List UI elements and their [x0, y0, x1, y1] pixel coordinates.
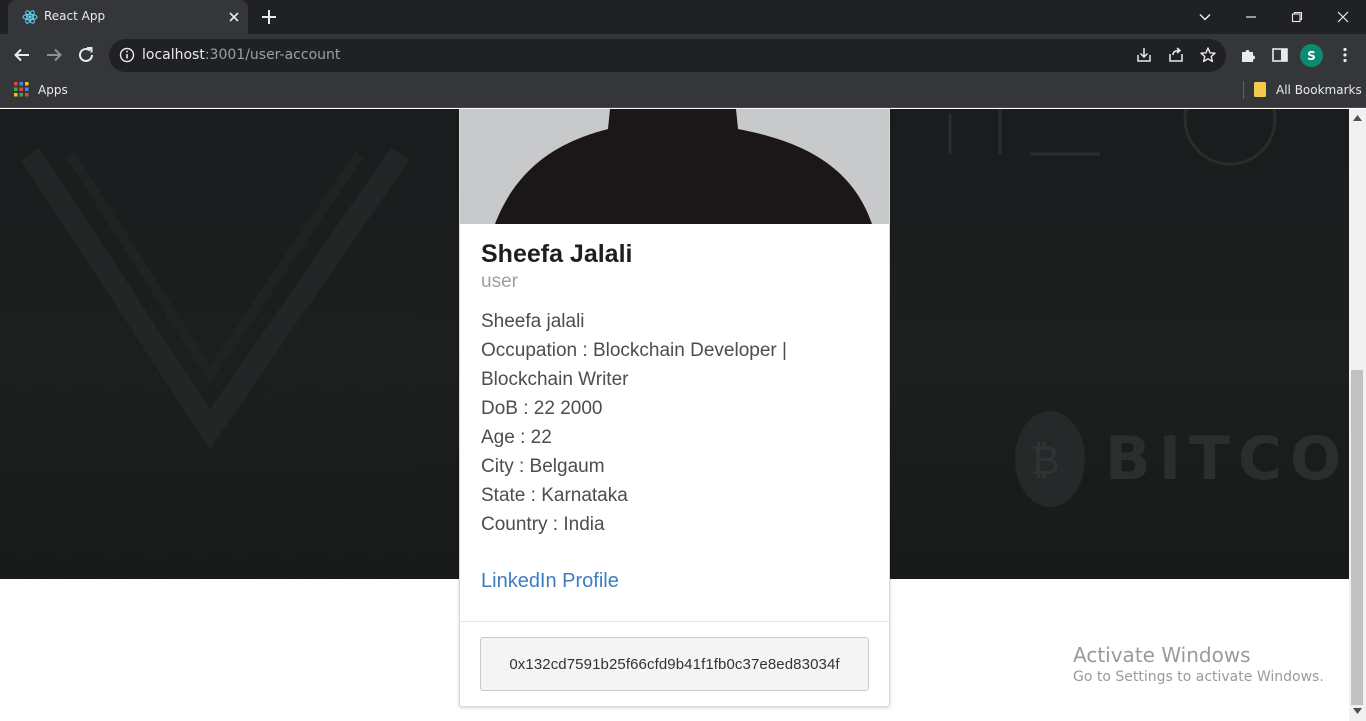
chevron-down-icon	[1199, 13, 1211, 21]
avatar-silhouette-icon	[495, 109, 872, 224]
back-arrow-icon	[14, 48, 29, 62]
bookmarks-bar	[0, 76, 1366, 108]
scrollbar-thumb[interactable]	[1351, 370, 1363, 705]
detail-city: City : Belgaum	[481, 456, 605, 477]
activate-windows-subtitle: Go to Settings to activate Windows.	[1073, 669, 1324, 685]
activate-windows-watermark: Activate Windows Go to Settings to activ…	[1073, 643, 1324, 687]
restore-button[interactable]	[1274, 0, 1320, 34]
detail-age: Age : 22	[481, 427, 552, 448]
profile-photo	[460, 109, 889, 224]
bitcoin-symbol: ₿	[1030, 438, 1060, 484]
side-panel-icon[interactable]	[1271, 46, 1289, 64]
detail-occupation: Occupation : Blockchain Developer | Bloc…	[481, 340, 787, 390]
url-text[interactable]: localhost:3001/user-account	[142, 47, 340, 63]
apps-grid-icon[interactable]	[14, 82, 29, 97]
back-button[interactable]	[10, 43, 34, 67]
detail-state: State : Karnataka	[481, 485, 628, 506]
close-icon	[1337, 11, 1349, 23]
scroll-down-arrow-icon[interactable]	[1353, 708, 1362, 715]
close-window-button[interactable]	[1320, 0, 1366, 34]
reload-button[interactable]	[74, 43, 98, 67]
hero-watermark-text: BITCOIN	[1105, 424, 1349, 494]
detail-full-name: Sheefa jalali	[481, 311, 585, 332]
install-app-icon[interactable]	[1135, 46, 1153, 64]
url-path: :3001/user-account	[204, 47, 341, 63]
profile-details: Sheefa jalali Occupation : Blockchain De…	[481, 307, 871, 539]
scroll-up-arrow-icon[interactable]	[1353, 114, 1362, 121]
react-logo-icon	[22, 10, 38, 24]
linkedin-profile-link[interactable]: LinkedIn Profile	[481, 568, 871, 594]
detail-country: Country : India	[481, 514, 605, 535]
detail-dob: DoB : 22 2000	[481, 398, 603, 419]
tab-search-button[interactable]	[1182, 0, 1228, 34]
tab-title: React App	[44, 9, 106, 23]
bookmarks-divider	[1243, 81, 1244, 99]
profile-card: Sheefa Jalali user Sheefa jalali Occupat…	[459, 109, 890, 707]
forward-arrow-icon	[47, 48, 62, 62]
share-icon[interactable]	[1167, 46, 1185, 64]
reload-icon	[79, 47, 93, 62]
forward-button[interactable]	[42, 43, 66, 67]
folder-icon	[1254, 82, 1266, 97]
browser-tab-active[interactable]: React App	[8, 0, 248, 34]
minimize-icon	[1246, 16, 1256, 18]
close-tab-icon[interactable]	[226, 9, 242, 25]
restore-icon	[1291, 11, 1303, 23]
profile-role: user	[481, 271, 518, 292]
profile-name: Sheefa Jalali	[481, 240, 633, 268]
all-bookmarks-button[interactable]: All Bookmarks	[1276, 83, 1362, 97]
new-tab-icon[interactable]	[260, 8, 278, 26]
profile-info: Sheefa Jalali user Sheefa jalali Occupat…	[481, 239, 871, 594]
url-host: localhost	[142, 47, 205, 63]
card-footer: 0x132cd7591b25f66cfd9b41f1fb0c37e8ed8303…	[460, 621, 889, 706]
minimize-button[interactable]	[1228, 0, 1274, 34]
extensions-puzzle-icon[interactable]	[1239, 46, 1257, 64]
bookmark-star-icon[interactable]	[1199, 46, 1217, 64]
profile-avatar[interactable]: S	[1300, 44, 1323, 67]
bookmark-apps[interactable]: Apps	[38, 83, 68, 97]
activate-windows-title: Activate Windows	[1073, 643, 1251, 667]
wallet-address-field[interactable]: 0x132cd7591b25f66cfd9b41f1fb0c37e8ed8303…	[480, 637, 869, 691]
kebab-menu-icon[interactable]	[1336, 46, 1354, 64]
site-info-icon[interactable]	[118, 46, 136, 64]
